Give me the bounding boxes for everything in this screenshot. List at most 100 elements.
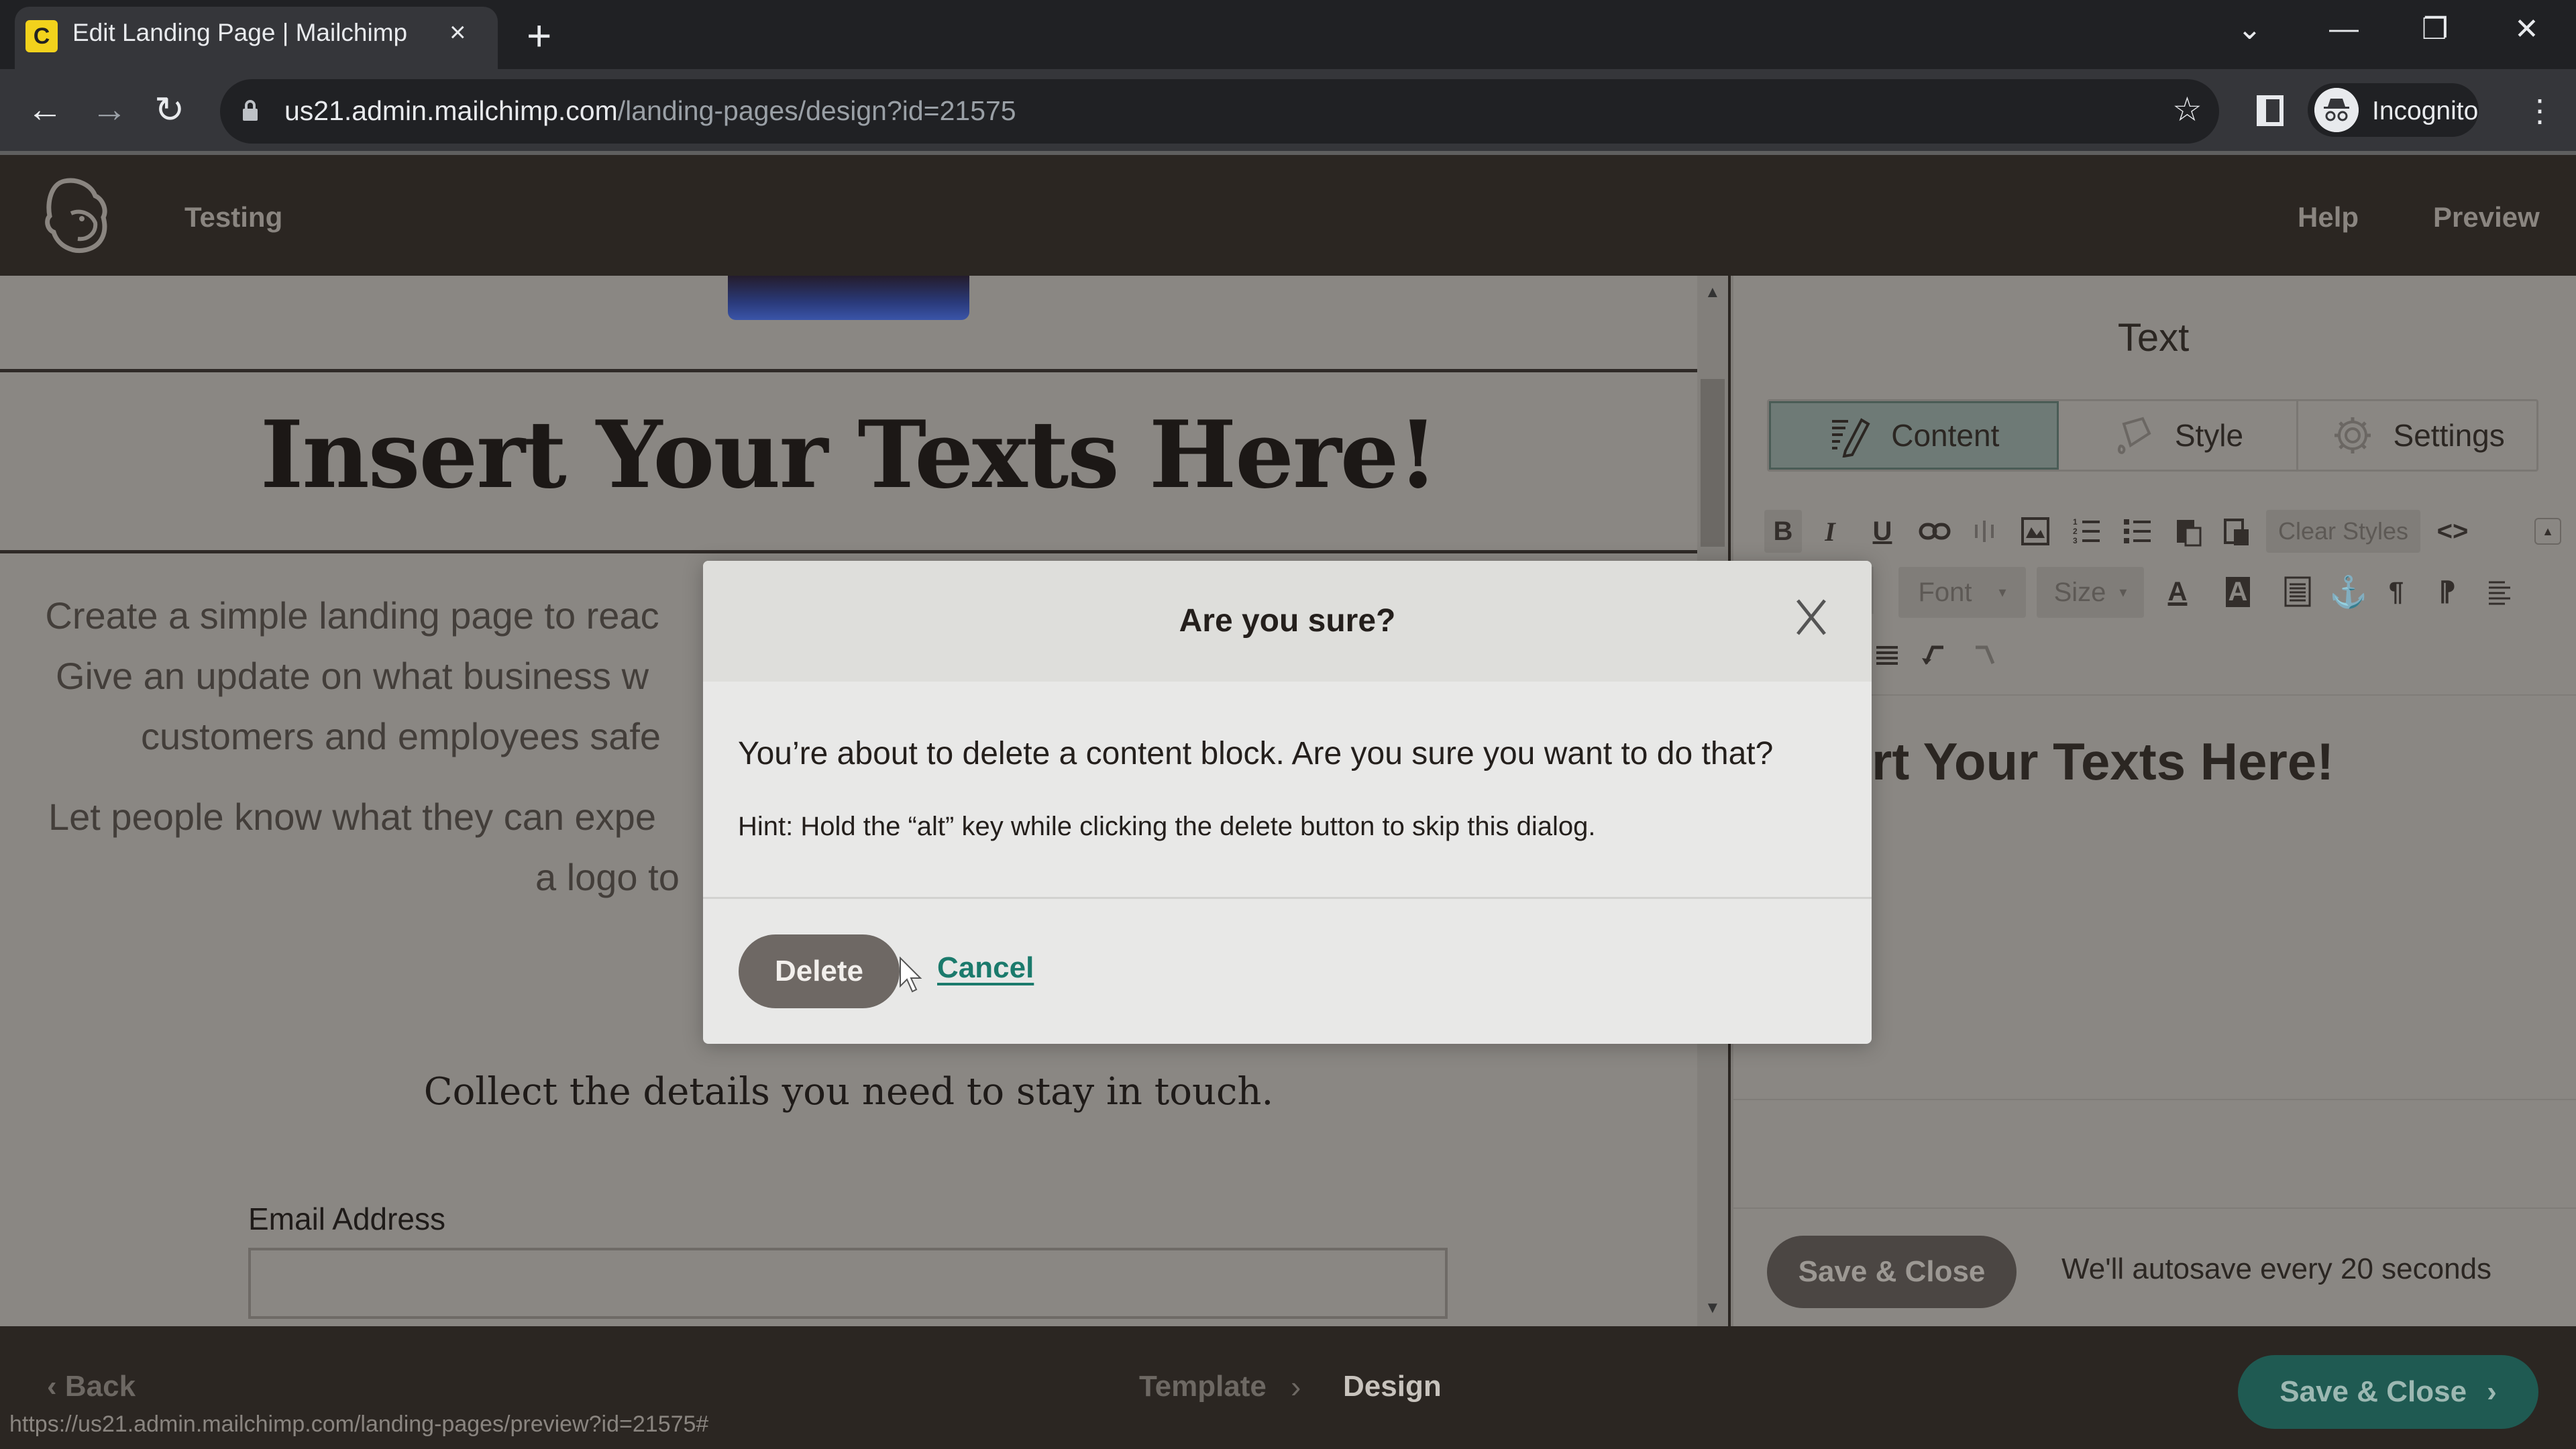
back-button[interactable]: ‹ Back: [47, 1370, 136, 1403]
block-divider: [0, 369, 1697, 372]
image-icon[interactable]: [2017, 510, 2054, 553]
panel-divider: [1733, 1208, 2576, 1209]
body-text-line[interactable]: customers and employees safe: [141, 714, 704, 758]
mailchimp-favicon-icon: C: [25, 20, 58, 52]
url-text[interactable]: us21.admin.mailchimp.com/landing-pages/d…: [284, 95, 1016, 127]
breadcrumb-chevron-icon: ›: [1291, 1369, 1301, 1404]
toolbar-group-edge: [1872, 567, 1874, 614]
ordered-list-icon[interactable]: 123: [2068, 510, 2105, 553]
svg-text:2: 2: [2073, 527, 2078, 536]
tab-close-icon[interactable]: ×: [449, 16, 466, 48]
incognito-icon: [2314, 88, 2359, 132]
paste-icon[interactable]: [2169, 510, 2207, 553]
link-icon[interactable]: [1916, 510, 1953, 553]
app-header: [0, 155, 2576, 276]
body-text-line[interactable]: Give an update on what business w: [0, 654, 704, 698]
browser-menu-icon[interactable]: ⋮: [2524, 93, 2555, 129]
panel-save-close-button[interactable]: Save & Close: [1767, 1236, 2017, 1308]
caret-down-icon: ▾: [1998, 584, 2006, 600]
svg-text:3: 3: [2073, 536, 2078, 545]
forward-icon[interactable]: →: [91, 89, 127, 130]
undo-icon[interactable]: [1919, 634, 1949, 677]
preview-link[interactable]: Preview: [2433, 201, 2540, 233]
body-text-line[interactable]: Let people know what they can expe: [0, 795, 704, 839]
reload-icon[interactable]: ↻: [154, 89, 184, 131]
back-label: Back: [64, 1370, 136, 1403]
background-color-icon[interactable]: A: [2218, 570, 2258, 613]
rtl-paragraph-icon[interactable]: ⁋: [2434, 570, 2461, 613]
back-icon[interactable]: ←: [27, 89, 63, 130]
clear-styles-button[interactable]: Clear Styles: [2266, 510, 2420, 553]
landing-page-title[interactable]: Testing: [184, 201, 282, 233]
dialog-close-icon[interactable]: [1791, 594, 1831, 641]
collapse-toolbar-button[interactable]: ▲: [2534, 518, 2561, 545]
side-panel-icon[interactable]: [2257, 95, 2284, 126]
bullet-list-icon[interactable]: [2118, 510, 2156, 553]
canvas-scroll-thumb[interactable]: [1701, 379, 1725, 547]
editor-text-area[interactable]: rt Your Texts Here!: [1872, 731, 2334, 792]
body-text-line[interactable]: Create a simple landing page to reac: [0, 594, 704, 637]
anchor-icon[interactable]: ⚓: [2329, 570, 2367, 613]
caret-down-icon: ▾: [2119, 584, 2127, 600]
block-divider: [0, 550, 1697, 553]
paste-word-icon[interactable]: [2218, 510, 2255, 553]
tab-style[interactable]: Style: [2059, 401, 2299, 470]
status-bar-url: https://us21.admin.mailchimp.com/landing…: [0, 1409, 718, 1442]
breadcrumb-design[interactable]: Design: [1343, 1370, 1442, 1403]
text-color-icon[interactable]: A: [2157, 570, 2198, 613]
redo-icon[interactable]: [1970, 634, 2000, 677]
email-address-input[interactable]: [248, 1248, 1448, 1319]
minimize-icon[interactable]: —: [2329, 12, 2359, 46]
tab-search-icon[interactable]: ⌄: [2237, 12, 2262, 46]
panel-title: Text: [2117, 316, 2190, 360]
footer-save-close-button[interactable]: Save & Close ›: [2238, 1355, 2538, 1429]
italic-button[interactable]: I: [1814, 510, 1846, 553]
dialog-hint: Hint: Hold the “alt” key while clicking …: [738, 812, 1596, 841]
svg-text:1: 1: [2073, 517, 2078, 527]
horizontal-rule-icon[interactable]: [2281, 570, 2314, 613]
justify-icon[interactable]: [1872, 634, 1902, 677]
canvas-headline[interactable]: Insert Your Texts Here!: [0, 400, 1697, 509]
new-tab-button[interactable]: +: [527, 11, 551, 60]
align-left-icon[interactable]: [2485, 570, 2514, 613]
tab-title: Edit Landing Page | Mailchimp: [72, 19, 408, 46]
ltr-paragraph-icon[interactable]: ¶: [2383, 570, 2410, 613]
delete-button[interactable]: Delete: [739, 934, 900, 1008]
breadcrumb-template[interactable]: Template: [1139, 1370, 1267, 1403]
tab-label: Settings: [2393, 418, 2505, 453]
tab-settings[interactable]: Settings: [2298, 401, 2536, 470]
email-address-label: Email Address: [248, 1201, 446, 1236]
dialog-title: Are you sure?: [1179, 603, 1396, 639]
bold-button[interactable]: B: [1764, 510, 1802, 553]
collect-details-text[interactable]: Collect the details you need to stay in …: [0, 1070, 1697, 1114]
restore-icon[interactable]: ❐: [2422, 12, 2448, 46]
panel-divider: [1733, 1099, 2576, 1100]
url-path: /landing-pages/design?id=21575: [617, 95, 1016, 126]
cancel-button[interactable]: Cancel: [937, 951, 1034, 985]
autosave-notice: We'll autosave every 20 seconds: [2061, 1252, 2492, 1285]
panel-tabs: Content Style Settings: [1767, 399, 2538, 472]
tab-content[interactable]: Content: [1769, 401, 2059, 470]
tab-label: Style: [2174, 418, 2244, 453]
body-text-line[interactable]: a logo to: [535, 855, 710, 899]
source-code-button[interactable]: <>: [2432, 510, 2473, 553]
scroll-down-arrow-icon[interactable]: ▼: [1705, 1299, 1721, 1318]
url-host: us21.admin.mailchimp.com: [284, 95, 618, 126]
mailchimp-logo-icon[interactable]: [38, 176, 113, 255]
content-pencil-icon: [1832, 418, 1870, 458]
font-family-select[interactable]: Font ▾: [1898, 567, 2026, 618]
scroll-up-arrow-icon[interactable]: ▲: [1705, 283, 1721, 302]
font-size-select[interactable]: Size ▾: [2037, 567, 2144, 618]
hero-image[interactable]: [728, 276, 969, 320]
bookmark-star-icon[interactable]: ☆: [2172, 90, 2202, 129]
help-link[interactable]: Help: [2298, 201, 2359, 233]
underline-button[interactable]: U: [1866, 510, 1898, 553]
chevron-right-icon: ›: [2487, 1375, 2497, 1408]
size-select-label: Size: [2053, 577, 2106, 607]
font-select-label: Font: [1918, 577, 1972, 607]
unlink-icon[interactable]: [1966, 510, 2003, 553]
incognito-label: Incognito: [2372, 97, 2479, 125]
window-close-icon[interactable]: ✕: [2514, 12, 2539, 46]
dialog-message: You’re about to delete a content block. …: [738, 736, 1774, 771]
style-paint-icon: [2117, 417, 2151, 454]
